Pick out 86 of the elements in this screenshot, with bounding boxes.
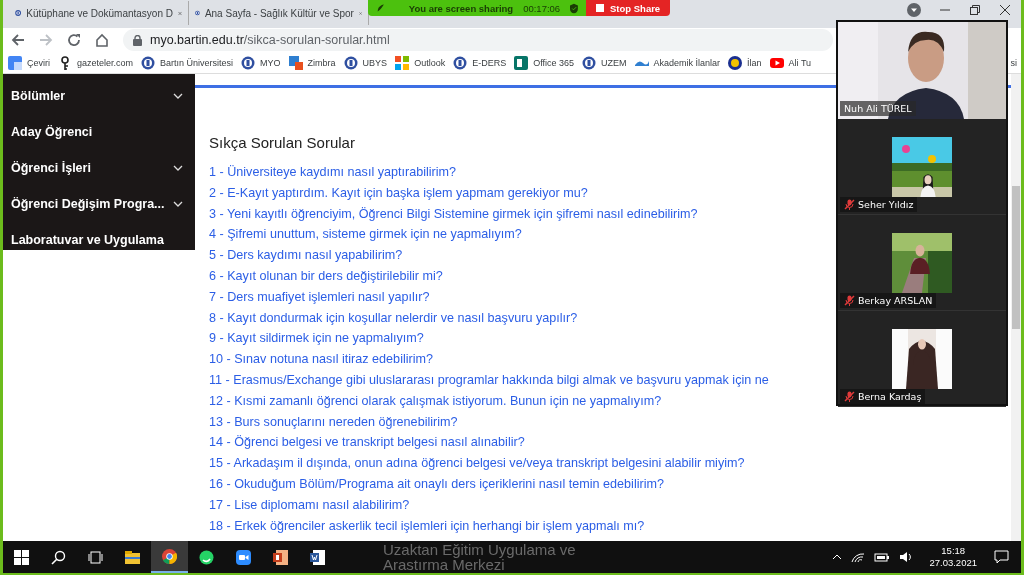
volume-icon[interactable] — [899, 551, 913, 563]
question-link[interactable]: 1 - Üniversiteye kaydımı nasıl yaptırabilirim? — [209, 162, 457, 183]
chevron-icon[interactable] — [832, 554, 843, 560]
close-icon[interactable] — [999, 4, 1011, 16]
bookmark[interactable]: UZEM — [582, 55, 627, 70]
question-link[interactable]: 16 - Okuduğum Bölüm/Programa ait onaylı ders içeriklerini nasıl temin edebilirim? — [209, 473, 664, 495]
video-camera-icon — [236, 549, 251, 565]
participant-name: Nuh Ali TÜREL — [840, 101, 916, 116]
question-link[interactable]: 15 - Arkadaşım il dışında, onun adına öğrenci belgesi ve/veya transkript belgesini alabilir miyim? — [209, 453, 745, 474]
start-icon — [14, 549, 29, 565]
bookmark[interactable]: Akademik İlanlar — [634, 55, 721, 70]
leaf-icon — [376, 3, 385, 13]
home-icon[interactable] — [95, 33, 109, 47]
bookmark[interactable]: gazeteler.com — [58, 55, 134, 70]
sharing-message: You are screen sharing — [408, 2, 514, 14]
bookmark[interactable]: Ali Tu — [769, 55, 812, 70]
bookmark[interactable]: Office 365 — [514, 55, 575, 70]
document-logo-icon — [514, 55, 529, 70]
question-link[interactable]: 13 - Burs sonuçlarını nereden öğrenebilirim? — [209, 411, 458, 433]
bookmark[interactable]: Çeviri — [8, 55, 50, 70]
footer-heading: Uzaktan Eğitim Uygulama ve Arastırma Merkezi — [383, 542, 576, 572]
question-link[interactable]: 8 - Kayıt dondurmak için koşullar nelerdir ve nasıl başvuru yapılır? — [209, 307, 578, 329]
question-link[interactable]: 4 - Şifremi unuttum, sisteme girmek için ne yapmalıyım? — [209, 224, 522, 246]
url-text: myo.bartin.edu.tr/sikca-sorulan-sorular.html — [150, 33, 390, 47]
battery-icon[interactable] — [874, 552, 891, 562]
round-logo-icon — [728, 55, 743, 70]
bookmark[interactable]: si — [1010, 57, 1017, 68]
stop-share-button[interactable]: Stop Share — [586, 0, 671, 16]
bookmark[interactable]: MYO — [241, 55, 281, 70]
task-view-icon — [88, 549, 103, 565]
presentation-icon — [273, 549, 288, 565]
network-icon[interactable] — [851, 551, 866, 563]
bookmark[interactable]: UBYS — [343, 55, 388, 70]
seal-icon — [453, 55, 468, 70]
question-link[interactable]: 9 - Kayıt sildirmek için ne yapmalıyım? — [209, 328, 424, 350]
menu-item[interactable]: Öğrenci Değişim Progra... — [3, 186, 195, 222]
chat-icon — [199, 549, 214, 565]
bookmark[interactable]: Bartın Üniversitesi — [141, 55, 234, 70]
menu-item[interactable]: Öğrenci İşleri — [3, 150, 195, 186]
page-heading: Sıkça Sorulan Sorular — [209, 134, 356, 153]
seal-icon — [582, 55, 597, 70]
translate-icon — [8, 55, 22, 70]
restore-icon[interactable] — [969, 4, 981, 16]
question-link[interactable]: 7 - Ders muafiyet işlemleri nasıl yapılır? — [209, 286, 430, 308]
bookmark[interactable]: Outlook — [395, 55, 446, 70]
menu-item[interactable]: Laboratuvar ve Uygulama — [3, 222, 195, 250]
question-link[interactable]: 5 - Ders kaydımı nasıl yapabilirim? — [209, 245, 403, 266]
folder-icon — [125, 549, 140, 565]
seal-icon — [241, 55, 256, 70]
square-logo-icon — [288, 55, 303, 70]
clock[interactable]: 15:18 27.03.2021 — [929, 545, 977, 569]
browser-tab[interactable]: Kütüphane ve Dokümantasyon D — [9, 1, 189, 25]
question-link[interactable]: 12 - Kısmi zamanlı öğrenci olarak çalışmak istiyorum. Bunun için ne yapmalıyım? — [209, 390, 662, 412]
menu-item[interactable]: Bölümler — [3, 78, 195, 114]
seal-icon — [343, 55, 358, 70]
search-icon — [51, 549, 66, 565]
lock-icon — [133, 34, 142, 46]
bookmark[interactable]: İlan — [728, 55, 762, 70]
bookmark[interactable]: Zimbra — [288, 55, 336, 70]
browser-icon — [162, 548, 177, 564]
question-link[interactable]: 11 - Erasmus/Exchange gibi uluslararası programlar hakkında bilgi almak ve başvuru yapmak için ne — [209, 369, 769, 391]
question-link[interactable]: 3 - Yeni kayıtlı öğrenciyim, Öğrenci Bilgi Sistemine girmek için şifremi nasıl edinebilirim? — [209, 203, 698, 225]
participant-name: Berkay ARSLAN — [840, 293, 937, 308]
play-icon — [769, 55, 784, 70]
question-link[interactable]: 14 - Öğrenci belgesi ve transkript belgesi nasıl alınabilir? — [209, 432, 525, 454]
back-icon[interactable] — [11, 33, 25, 47]
key-icon — [58, 55, 72, 70]
menu-item[interactable]: Aday Öğrenci — [3, 114, 195, 150]
bookmark[interactable]: E-DERS — [453, 55, 507, 70]
grid-logo-icon — [395, 55, 410, 70]
question-link[interactable]: 10 - Sınav notuna nasıl itiraz edebilirim? — [209, 349, 433, 370]
address-bar[interactable]: myo.bartin.edu.tr/sikca-sorulan-sorular.html — [123, 29, 833, 51]
question-link[interactable]: 18 - Erkek öğrenciler askerlik tecil işlemleri için herhangi bir işlem yapmalı mı? — [209, 515, 645, 537]
participant-name: Berna Kardaş — [840, 389, 926, 404]
reload-icon[interactable] — [67, 33, 81, 47]
participant-name: Seher Yıldız — [840, 197, 918, 212]
dropdown-icon[interactable] — [907, 3, 921, 17]
seal-icon — [141, 55, 156, 70]
notification-icon[interactable] — [994, 550, 1009, 564]
question-link[interactable]: 2 - E-Kayıt yaptırdım. Kayıt için başka işlem yapmam gerekiyor mu? — [209, 182, 588, 204]
taskbar-app[interactable] — [151, 541, 188, 573]
question-link[interactable]: 6 - Kayıt olunan bir ders değiştirilebilir mi? — [209, 266, 443, 287]
question-link[interactable]: 17 - Lise diplomamı nasıl alabilirim? — [209, 494, 410, 516]
timer: 00:17:06 — [523, 2, 561, 14]
document-icon — [310, 549, 325, 565]
stop-icon — [596, 4, 604, 12]
